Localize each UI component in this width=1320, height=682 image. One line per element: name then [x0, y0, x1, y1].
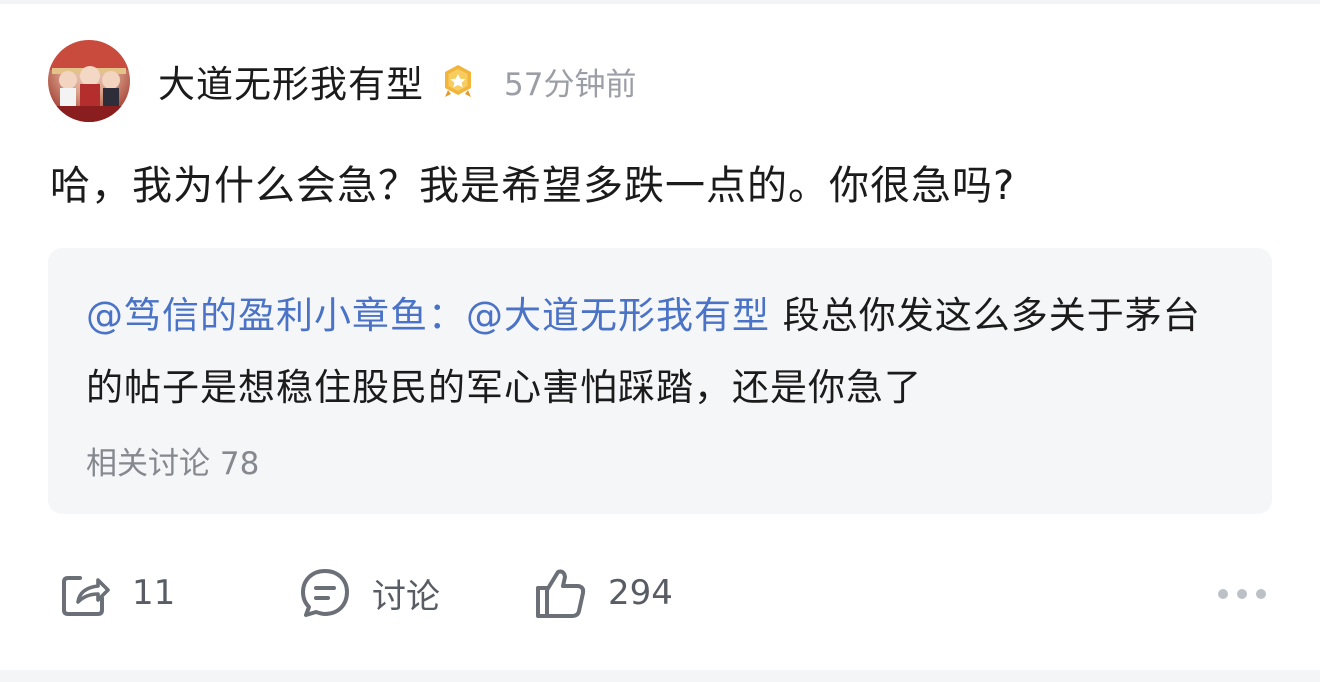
comment-button[interactable]: 讨论 — [298, 558, 440, 628]
like-button[interactable]: 294 — [534, 558, 673, 628]
bottom-divider — [0, 670, 1320, 682]
avatar[interactable] — [48, 40, 130, 122]
more-dot — [1237, 589, 1247, 599]
more-options-icon[interactable] — [1218, 576, 1266, 612]
comment-icon — [301, 569, 349, 617]
vip-crown-badge-icon — [445, 65, 471, 97]
more-dot — [1218, 589, 1228, 599]
mention-link[interactable]: @笃信的盈利小章鱼： — [86, 294, 466, 337]
related-discussion-link[interactable]: 相关讨论 78 — [86, 438, 259, 483]
share-icon — [62, 576, 110, 616]
more-dot — [1256, 589, 1266, 599]
post-header: 大道无形我有型 57分钟前 — [48, 40, 636, 122]
post-content: 哈，我为什么会急？我是希望多跌一点的。你很急吗? — [50, 163, 1016, 209]
share-count: 11 — [132, 573, 176, 613]
action-bar: 11 讨论 294 — [0, 558, 1320, 628]
like-count: 294 — [608, 573, 673, 613]
mention-link[interactable]: @大道无形我有型 — [466, 294, 770, 337]
thumbs-up-icon — [536, 569, 586, 618]
quoted-reply-text: @笃信的盈利小章鱼：@大道无形我有型 段总你发这么多关于茅台的帖子是想稳住股民的… — [86, 280, 1236, 424]
quoted-reply-card[interactable]: @笃信的盈利小章鱼：@大道无形我有型 段总你发这么多关于茅台的帖子是想稳住股民的… — [48, 248, 1272, 514]
author-name[interactable]: 大道无形我有型 — [158, 54, 424, 108]
post-timestamp: 57分钟前 — [504, 66, 637, 103]
avatar-image — [48, 40, 130, 122]
comment-label: 讨论 — [372, 576, 440, 617]
share-button[interactable]: 11 — [58, 558, 175, 628]
post-card: 大道无形我有型 57分钟前 哈，我为什么会急？我是希望多跌一点的。你很急吗? @… — [0, 0, 1320, 670]
